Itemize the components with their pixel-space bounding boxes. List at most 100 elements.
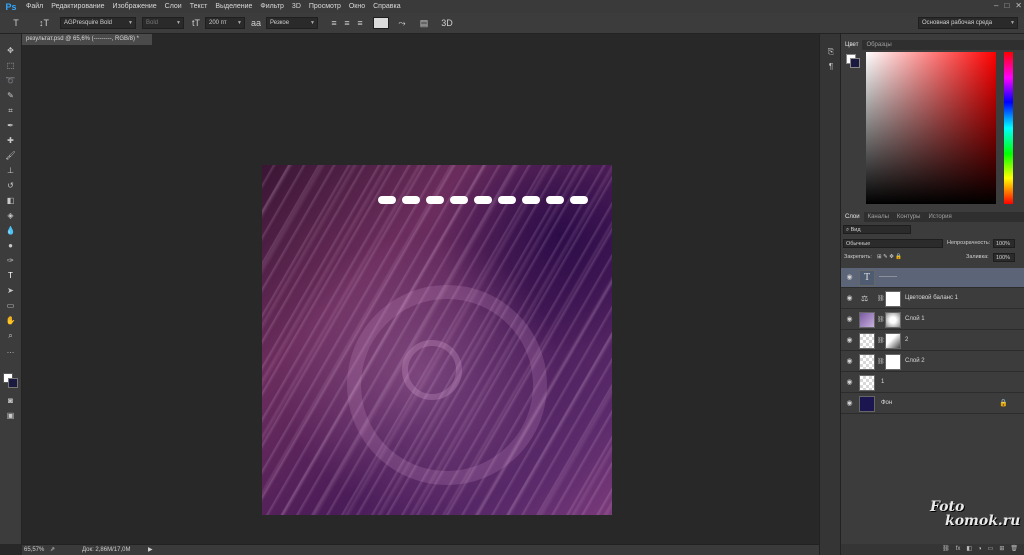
hand-tool-icon[interactable]: ✋ — [3, 314, 18, 327]
zoom-tool-icon[interactable]: ⌕ — [3, 329, 18, 342]
antialias-select[interactable]: Резкое ▼ — [266, 17, 318, 29]
delete-layer-icon[interactable]: 🗑 — [1010, 544, 1018, 555]
text-tool-preset-icon[interactable]: T — [10, 17, 22, 29]
font-size-select[interactable]: 200 пт ▼ — [205, 17, 245, 29]
align-left-icon[interactable]: ≡ — [328, 17, 340, 29]
screen-mode-icon[interactable]: ▣ — [3, 409, 18, 422]
menu-type[interactable]: Текст — [186, 3, 212, 10]
lasso-tool-icon[interactable]: ➰ — [3, 74, 18, 87]
brush-tool-icon[interactable]: 🖌 — [3, 149, 18, 162]
menu-layers[interactable]: Слои — [161, 3, 186, 10]
layer-name[interactable]: Слой 1 — [905, 316, 925, 322]
eye-icon[interactable]: ◉ — [845, 294, 854, 303]
fill-input[interactable]: 100% — [993, 253, 1015, 262]
move-tool-icon[interactable]: ✥ — [3, 44, 18, 57]
pen-tool-icon[interactable]: ✑ — [3, 254, 18, 267]
clone-stamp-tool-icon[interactable]: ⊥ — [3, 164, 18, 177]
eyedropper-tool-icon[interactable]: ✒ — [3, 119, 18, 132]
maximize-button[interactable]: □ — [1004, 1, 1009, 10]
background-color-swatch[interactable] — [8, 378, 18, 388]
eye-icon[interactable]: ◉ — [845, 273, 854, 282]
eye-icon[interactable]: ◉ — [845, 336, 854, 345]
eye-icon[interactable]: ◉ — [845, 357, 854, 366]
layer-row-background[interactable]: ◉ Фон 🔒 — [841, 394, 1024, 414]
menu-filter[interactable]: Фильтр — [256, 3, 288, 10]
new-group-icon[interactable]: ▭ — [988, 544, 994, 555]
3d-icon[interactable]: 3D — [440, 17, 454, 29]
layer-name[interactable]: Слой 2 — [905, 358, 925, 364]
tab-color[interactable]: Цвет — [841, 40, 863, 50]
eye-icon[interactable]: ◉ — [845, 399, 854, 408]
layer-name[interactable]: 2 — [905, 337, 908, 343]
layer-mask-thumb[interactable] — [885, 333, 901, 349]
shape-tool-icon[interactable]: ▭ — [3, 299, 18, 312]
panel-background-swatch[interactable] — [850, 58, 860, 68]
tab-channels[interactable]: Каналы — [864, 212, 893, 222]
opacity-input[interactable]: 100% — [993, 239, 1015, 248]
layer-filter-select[interactable]: ⌕ Вид — [843, 225, 911, 234]
tool-presets-icon[interactable]: ¶ — [825, 61, 837, 72]
tab-history[interactable]: История — [924, 212, 955, 222]
layer-row-2[interactable]: ◉ ⛓ 2 — [841, 331, 1024, 351]
hue-slider[interactable] — [1004, 52, 1013, 204]
menu-3d[interactable]: 3D — [288, 3, 305, 10]
menu-image[interactable]: Изображение — [109, 3, 161, 10]
tab-paths[interactable]: Контуры — [893, 212, 925, 222]
share-icon[interactable]: ⇗ — [50, 545, 55, 555]
font-style-select[interactable]: Bold ▼ — [142, 17, 184, 29]
new-layer-icon[interactable]: ⊞ — [999, 544, 1004, 555]
layer-name[interactable]: Фон — [881, 400, 892, 406]
type-tool-icon[interactable]: T — [3, 269, 18, 282]
warp-text-icon[interactable]: ⤳ — [396, 17, 408, 29]
dodge-tool-icon[interactable]: ● — [3, 239, 18, 252]
toggle-text-orientation-icon[interactable]: ↕T — [38, 17, 50, 29]
eye-icon[interactable]: ◉ — [845, 315, 854, 324]
menu-file[interactable]: Файл — [22, 3, 47, 10]
document-tab[interactable]: результат.psd @ 65,6% (---------, RGB/8)… — [22, 34, 152, 45]
align-right-icon[interactable]: ≡ — [354, 17, 366, 29]
menu-select[interactable]: Выделение — [211, 3, 256, 10]
blur-tool-icon[interactable]: 💧 — [3, 224, 18, 237]
menu-window[interactable]: Окно — [345, 3, 369, 10]
layer-row-sloi-2[interactable]: ◉ ⛓ Слой 2 — [841, 352, 1024, 372]
layer-style-icon[interactable]: fx — [956, 544, 961, 555]
quick-select-tool-icon[interactable]: ✎ — [3, 89, 18, 102]
layer-row-1[interactable]: ◉ 1 — [841, 373, 1024, 393]
eraser-tool-icon[interactable]: ◧ — [3, 194, 18, 207]
adjustment-layer-icon[interactable]: ◑ — [978, 544, 982, 555]
canvas-image[interactable] — [262, 165, 612, 515]
tab-swatches[interactable]: Образцы — [862, 40, 895, 50]
eye-icon[interactable]: ◉ — [845, 378, 854, 387]
paint-bucket-tool-icon[interactable]: ◈ — [3, 209, 18, 222]
more-tools-icon[interactable]: … — [3, 344, 18, 357]
workspace-select[interactable]: Основная рабочая среда ▼ — [918, 17, 1018, 29]
history-brush-tool-icon[interactable]: ↺ — [3, 179, 18, 192]
add-mask-icon[interactable]: ◧ — [966, 544, 972, 555]
text-color-swatch[interactable] — [373, 17, 389, 29]
marquee-tool-icon[interactable]: ⬚ — [3, 59, 18, 72]
layer-row-sloi-1[interactable]: ◉ ⛓ Слой 1 — [841, 310, 1024, 330]
layer-mask-thumb[interactable] — [885, 354, 901, 370]
color-spectrum-picker[interactable] — [866, 52, 996, 204]
align-center-icon[interactable]: ≡ — [341, 17, 353, 29]
font-family-select[interactable]: AGPresquire Bold ▼ — [60, 17, 136, 29]
menu-edit[interactable]: Редактирование — [47, 3, 108, 10]
character-panel-icon[interactable]: ▤ — [418, 17, 430, 29]
layer-row-color-balance[interactable]: ◉ ⚖ ⛓ Цветовой баланс 1 — [841, 289, 1024, 309]
quick-mask-icon[interactable]: ◙ — [3, 394, 18, 407]
link-layers-icon[interactable]: ⛓ — [942, 544, 950, 555]
close-button[interactable]: ✕ — [1015, 1, 1022, 10]
layer-mask-thumb[interactable] — [885, 312, 901, 328]
layer-row-text[interactable]: ◉ T --------- — [841, 268, 1024, 288]
crop-tool-icon[interactable]: ⌗ — [3, 104, 18, 117]
minimize-button[interactable]: – — [994, 1, 998, 10]
layer-name[interactable]: 1 — [881, 379, 884, 385]
layer-mask-thumb[interactable] — [885, 291, 901, 307]
tab-layers[interactable]: Слои — [841, 212, 864, 222]
healing-brush-tool-icon[interactable]: ✚ — [3, 134, 18, 147]
path-selection-tool-icon[interactable]: ➤ — [3, 284, 18, 297]
lock-icons[interactable]: ⊞ ✎ ✥ 🔒 — [877, 254, 902, 260]
status-menu-arrow-icon[interactable]: ▶ — [148, 545, 153, 555]
layer-name[interactable]: --------- — [879, 274, 897, 280]
history-panel-icon[interactable]: ⎘ — [825, 46, 837, 57]
